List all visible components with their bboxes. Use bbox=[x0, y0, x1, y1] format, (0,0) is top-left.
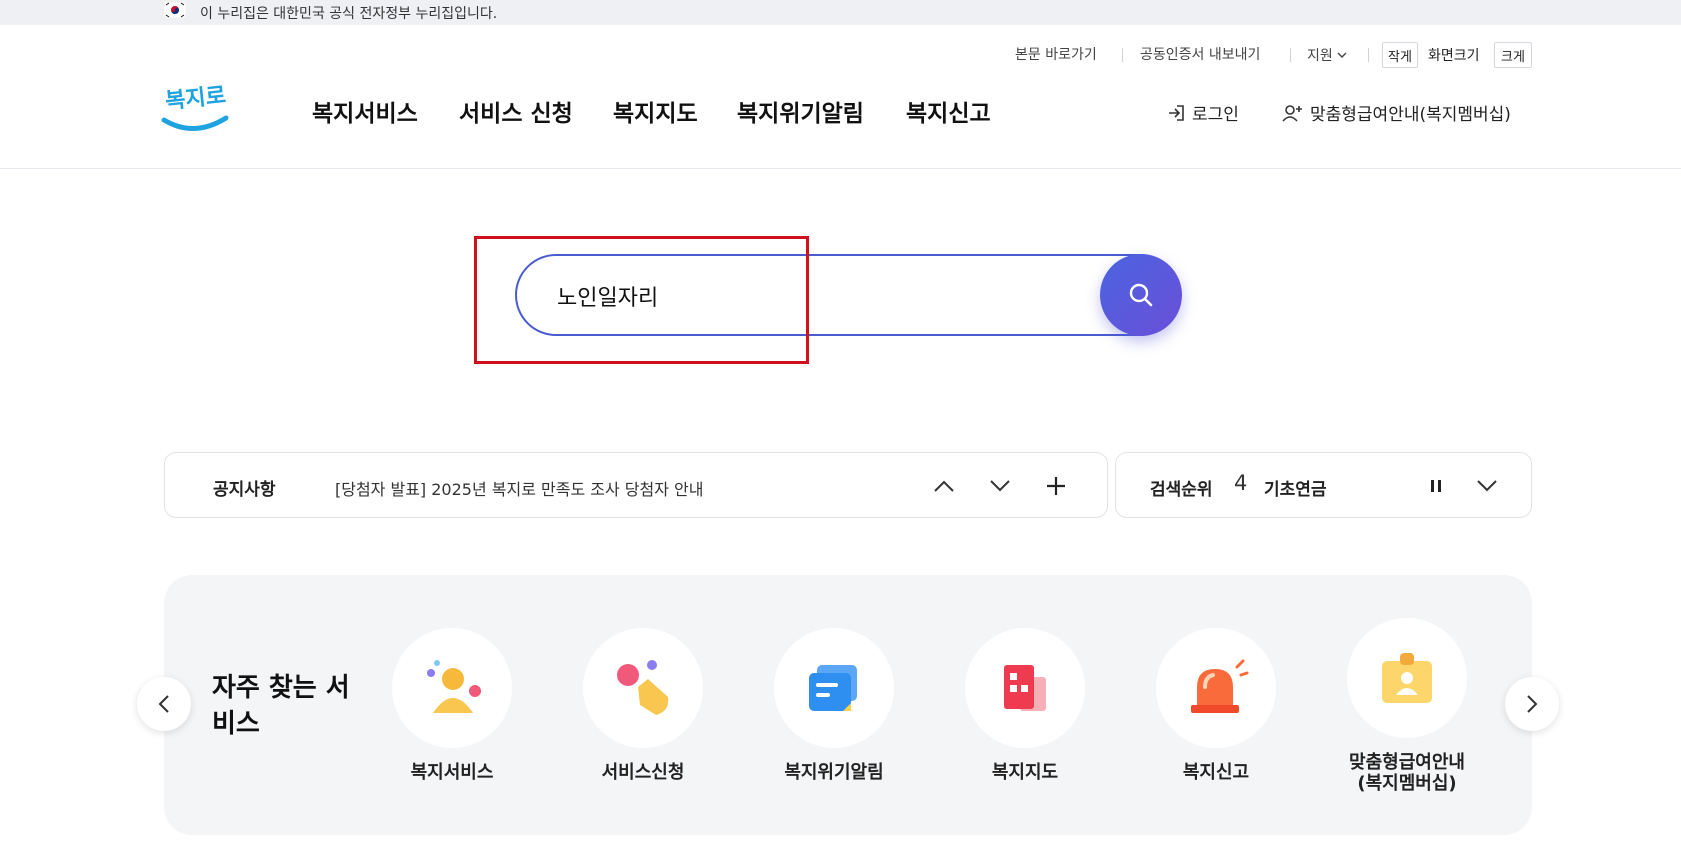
frequent-service-apply[interactable]: 서비스신청 bbox=[563, 628, 723, 783]
header-divider bbox=[0, 168, 1681, 169]
message-icon bbox=[809, 665, 857, 711]
frequent-services-title: 자주 찾는 서비스 bbox=[212, 673, 350, 739]
support-dropdown[interactable]: 지원 bbox=[1307, 44, 1347, 66]
membership-label: 맞춤형급여안내(복지멤버십) bbox=[1310, 105, 1511, 125]
plus-icon bbox=[1047, 477, 1065, 495]
frequent-service-crisis-alert[interactable]: 복지위기알림 bbox=[754, 628, 914, 783]
search-button[interactable] bbox=[1100, 254, 1182, 336]
gnb-welfare-map[interactable]: 복지지도 bbox=[613, 94, 698, 128]
notice-prev-button[interactable] bbox=[929, 471, 959, 501]
service-label: 서비스신청 bbox=[601, 762, 685, 783]
chevron-down-icon bbox=[1337, 52, 1347, 58]
ranking-term-link[interactable]: 기초연금 bbox=[1264, 475, 1327, 500]
service-label: 복지위기알림 bbox=[784, 762, 884, 783]
gnb-crisis-alert[interactable]: 복지위기알림 bbox=[737, 94, 864, 128]
ranking-number: 4 bbox=[1234, 471, 1248, 495]
chevron-down-icon bbox=[990, 480, 1010, 492]
divider bbox=[1368, 48, 1369, 62]
pause-icon bbox=[1431, 480, 1441, 492]
font-size-label: 화면크기 bbox=[1428, 48, 1480, 64]
gnb-welfare-report[interactable]: 복지신고 bbox=[906, 94, 991, 128]
chevron-right-icon bbox=[1527, 695, 1538, 713]
carousel-prev-button[interactable] bbox=[137, 677, 191, 731]
chevron-up-icon bbox=[934, 480, 954, 492]
frequent-service-map[interactable]: 복지지도 bbox=[945, 628, 1105, 783]
search-ranking-bar: 검색순위 4 기초연금 bbox=[1115, 452, 1532, 518]
chevron-left-icon bbox=[158, 695, 169, 713]
logo-icon: 복지로 bbox=[161, 83, 229, 131]
siren-icon bbox=[1191, 659, 1249, 713]
notice-link[interactable]: [당첨자 발표] 2025년 복지로 만족도 조사 당첨자 안내 bbox=[335, 476, 704, 500]
service-icon-circle bbox=[965, 628, 1085, 748]
user-add-icon bbox=[1282, 104, 1302, 122]
frequent-service-report[interactable]: 복지신고 bbox=[1136, 628, 1296, 783]
service-icon-circle bbox=[583, 628, 703, 748]
id-card-icon bbox=[1382, 653, 1432, 703]
service-label: 맞춤형급여안내 (복지멤버십) bbox=[1349, 752, 1465, 794]
svg-text:복지로: 복지로 bbox=[164, 83, 227, 114]
people-icon bbox=[427, 660, 481, 713]
font-small-button[interactable]: 작게 bbox=[1382, 42, 1418, 68]
notice-title: 공지사항 bbox=[213, 480, 276, 500]
ranking-title: 검색순위 bbox=[1150, 480, 1213, 500]
skip-to-content-link[interactable]: 본문 바로가기 bbox=[1015, 44, 1097, 66]
map-icon bbox=[1004, 665, 1046, 711]
login-link[interactable]: 로그인 bbox=[1166, 100, 1239, 125]
divider bbox=[1290, 48, 1291, 62]
notice-bar: 공지사항 [당첨자 발표] 2025년 복지로 만족도 조사 당첨자 안내 bbox=[164, 452, 1108, 518]
chevron-down-icon bbox=[1477, 480, 1497, 492]
service-label: 복지신고 bbox=[1182, 762, 1250, 783]
service-icon-circle bbox=[1156, 628, 1276, 748]
notice-next-button[interactable] bbox=[985, 471, 1015, 501]
search-icon bbox=[1129, 283, 1153, 307]
service-icon-circle bbox=[774, 628, 894, 748]
login-label: 로그인 bbox=[1192, 105, 1239, 125]
divider bbox=[1122, 48, 1123, 62]
gnb-welfare-services[interactable]: 복지서비스 bbox=[312, 94, 418, 128]
gov-banner: 이 누리집은 대한민국 공식 전자정부 누리집입니다. bbox=[0, 0, 1681, 25]
gov-banner-text: 이 누리집은 대한민국 공식 전자정부 누리집입니다. bbox=[200, 6, 498, 22]
gnb-service-apply[interactable]: 서비스 신청 bbox=[459, 94, 573, 128]
hand-click-icon bbox=[617, 660, 669, 715]
service-icon-circle bbox=[1347, 618, 1467, 738]
korea-flag-icon bbox=[164, 2, 186, 18]
notice-more-button[interactable] bbox=[1041, 471, 1071, 501]
bokjiro-logo[interactable]: 복지로 bbox=[160, 76, 232, 138]
highlight-annotation-box bbox=[474, 236, 809, 364]
service-label: 복지지도 bbox=[991, 762, 1059, 783]
ranking-pause-button[interactable] bbox=[1421, 471, 1451, 501]
service-icon-circle bbox=[392, 628, 512, 748]
ranking-expand-button[interactable] bbox=[1472, 471, 1502, 501]
membership-link[interactable]: 맞춤형급여안내(복지멤버십) bbox=[1282, 100, 1511, 125]
frequent-service-membership[interactable]: 맞춤형급여안내 (복지멤버십) bbox=[1327, 618, 1487, 794]
frequent-service-welfare[interactable]: 복지서비스 bbox=[372, 628, 532, 783]
cert-export-link[interactable]: 공동인증서 내보내기 bbox=[1140, 44, 1260, 66]
carousel-next-button[interactable] bbox=[1505, 677, 1559, 731]
support-label: 지원 bbox=[1307, 48, 1333, 64]
login-icon bbox=[1169, 104, 1184, 121]
service-label: 복지서비스 bbox=[410, 762, 494, 783]
font-large-button[interactable]: 크게 bbox=[1494, 42, 1532, 68]
